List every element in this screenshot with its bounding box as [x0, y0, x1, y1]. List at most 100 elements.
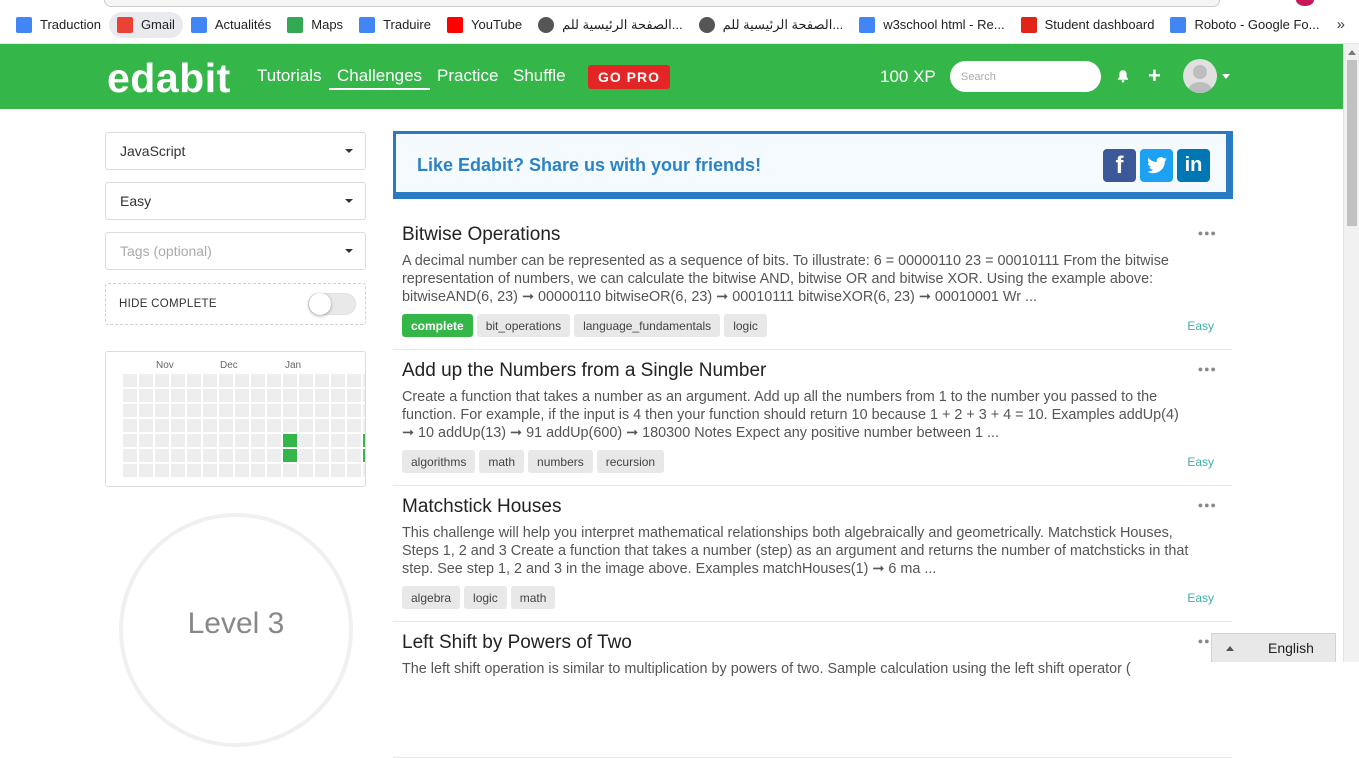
tag-chip[interactable]: numbers [528, 450, 593, 473]
heatmap-cell [139, 464, 153, 477]
heatmap-cell [139, 419, 153, 432]
tag-chip[interactable]: algebra [402, 586, 461, 609]
tags-select[interactable]: Tags (optional) [105, 232, 366, 270]
more-options-icon[interactable]: ●●● [1198, 363, 1217, 375]
challenge-title[interactable]: Bitwise Operations [402, 224, 560, 246]
nav-practice[interactable]: Practice [437, 66, 498, 86]
bookmark-item[interactable]: Student dashboard [1013, 12, 1163, 38]
facebook-icon[interactable]: f [1103, 149, 1136, 182]
tag-chip[interactable]: language_fundamentals [574, 314, 721, 337]
heatmap-cell [155, 464, 169, 477]
linkedin-icon[interactable]: in [1177, 149, 1210, 182]
scroll-up-arrow-icon[interactable] [1348, 50, 1356, 55]
tag-chip[interactable]: math [510, 586, 556, 609]
challenge-card[interactable]: Add up the Numbers from a Single Number C… [393, 350, 1232, 486]
challenge-title[interactable]: Left Shift by Powers of Two [402, 632, 632, 654]
tag-chip[interactable]: logic [724, 314, 767, 337]
heatmap-cell [219, 464, 233, 477]
nav-shuffle[interactable]: Shuffle [513, 66, 566, 86]
heatmap-cell [331, 449, 345, 462]
heatmap-cell [331, 389, 345, 402]
heatmap-cell [139, 434, 153, 447]
chevron-down-icon[interactable] [1222, 74, 1230, 79]
tag-chip[interactable]: math [479, 450, 525, 473]
nav-tutorials[interactable]: Tutorials [257, 66, 322, 86]
heatmap-cell [171, 374, 185, 387]
nav-challenges[interactable]: Challenges [329, 66, 431, 90]
hide-complete-label: HIDE COMPLETE [119, 298, 217, 310]
difficulty-select[interactable]: Easy [105, 182, 366, 220]
bookmark-label: Student dashboard [1044, 17, 1155, 32]
heatmap-cell [139, 389, 153, 402]
bookmark-item[interactable]: Traduction [8, 12, 109, 38]
heatmap-cell [203, 449, 217, 462]
bookmark-item[interactable]: Maps [279, 12, 351, 38]
heatmap-cell [123, 449, 137, 462]
heatmap-cell [155, 434, 169, 447]
bookmark-item[interactable]: w3school html - Re... [851, 12, 1012, 38]
bookmark-item[interactable]: الصفحة الرئيسية للم... [530, 12, 691, 38]
heatmap-cell [235, 434, 249, 447]
bookmark-label: YouTube [471, 17, 523, 32]
twitter-icon[interactable] [1140, 149, 1173, 182]
heatmap-cell [315, 434, 329, 447]
bookmark-item[interactable]: Gmail [108, 11, 183, 38]
heatmap-cell [235, 374, 249, 387]
heatmap-cell [267, 404, 281, 417]
edabit-logo[interactable]: edabit [107, 55, 231, 102]
heatmap-cell [283, 389, 297, 402]
plus-icon[interactable]: + [1148, 65, 1161, 87]
heatmap-cell [203, 419, 217, 432]
challenge-card[interactable]: Left Shift by Powers of Two The left shif… [393, 622, 1232, 758]
heatmap-cell [187, 464, 201, 477]
bookmark-item[interactable]: الصفحة الرئيسية للم... [691, 12, 852, 38]
tag-chip[interactable]: algorithms [402, 450, 476, 473]
heatmap-cell [123, 434, 137, 447]
more-options-icon[interactable]: ●●● [1198, 499, 1217, 511]
difficulty-label: Easy [1187, 455, 1214, 469]
heatmap-cell [299, 464, 313, 477]
bookmark-label: Maps [311, 17, 344, 32]
tag-chip[interactable]: recursion [596, 450, 665, 473]
heatmap-cell [331, 464, 345, 477]
heatmap-cell [187, 449, 201, 462]
challenge-card[interactable]: Bitwise Operations A decimal number can b… [393, 214, 1232, 350]
bookmark-item[interactable]: Traduire [351, 12, 439, 38]
bookmark-item[interactable]: YouTube [439, 12, 530, 38]
heatmap-cell [267, 434, 281, 447]
language-select-value: JavaScript [120, 143, 186, 159]
page-scrollbar[interactable] [1343, 44, 1359, 662]
bell-icon[interactable] [1116, 69, 1130, 83]
challenge-title[interactable]: Matchstick Houses [402, 496, 561, 518]
level-label: Level 3 [187, 607, 285, 640]
language-select[interactable]: JavaScript [105, 132, 366, 170]
tag-chip[interactable]: bit_operations [476, 314, 571, 337]
complete-badge[interactable]: complete [402, 314, 473, 337]
heatmap-cell [299, 449, 313, 462]
challenge-title[interactable]: Add up the Numbers from a Single Number [402, 360, 766, 382]
share-banner-text: Like Edabit? Share us with your friends! [417, 155, 762, 175]
bookmark-item[interactable]: Roboto - Google Fo... [1162, 12, 1327, 38]
bookmarks-overflow-button[interactable]: » [1337, 16, 1345, 33]
more-options-icon[interactable]: ●●● [1198, 227, 1217, 239]
challenge-card[interactable]: Matchstick Houses This challenge will hel… [393, 486, 1232, 622]
tag-chip[interactable]: logic [464, 586, 507, 609]
hide-complete-toggle[interactable] [308, 293, 356, 315]
heatmap-cell-active [283, 449, 297, 462]
xp-counter: 100 XP [880, 67, 936, 86]
bookmark-label: w3school html - Re... [883, 17, 1005, 32]
scrollbar-thumb[interactable] [1347, 60, 1357, 226]
heatmap-cell [203, 464, 217, 477]
heatmap-cell [155, 419, 169, 432]
avatar[interactable] [1183, 59, 1217, 93]
heatmap-cell [315, 419, 329, 432]
heatmap-cell [299, 434, 313, 447]
language-switcher[interactable]: English [1211, 633, 1336, 662]
student-dashboard-icon [1020, 16, 1037, 33]
search-input[interactable] [950, 61, 1101, 92]
heatmap-cell [123, 464, 137, 477]
heatmap-cell [235, 404, 249, 417]
heatmap-cell [331, 419, 345, 432]
go-pro-button[interactable]: GO PRO [588, 65, 670, 89]
bookmark-item[interactable]: Actualités [183, 12, 279, 38]
